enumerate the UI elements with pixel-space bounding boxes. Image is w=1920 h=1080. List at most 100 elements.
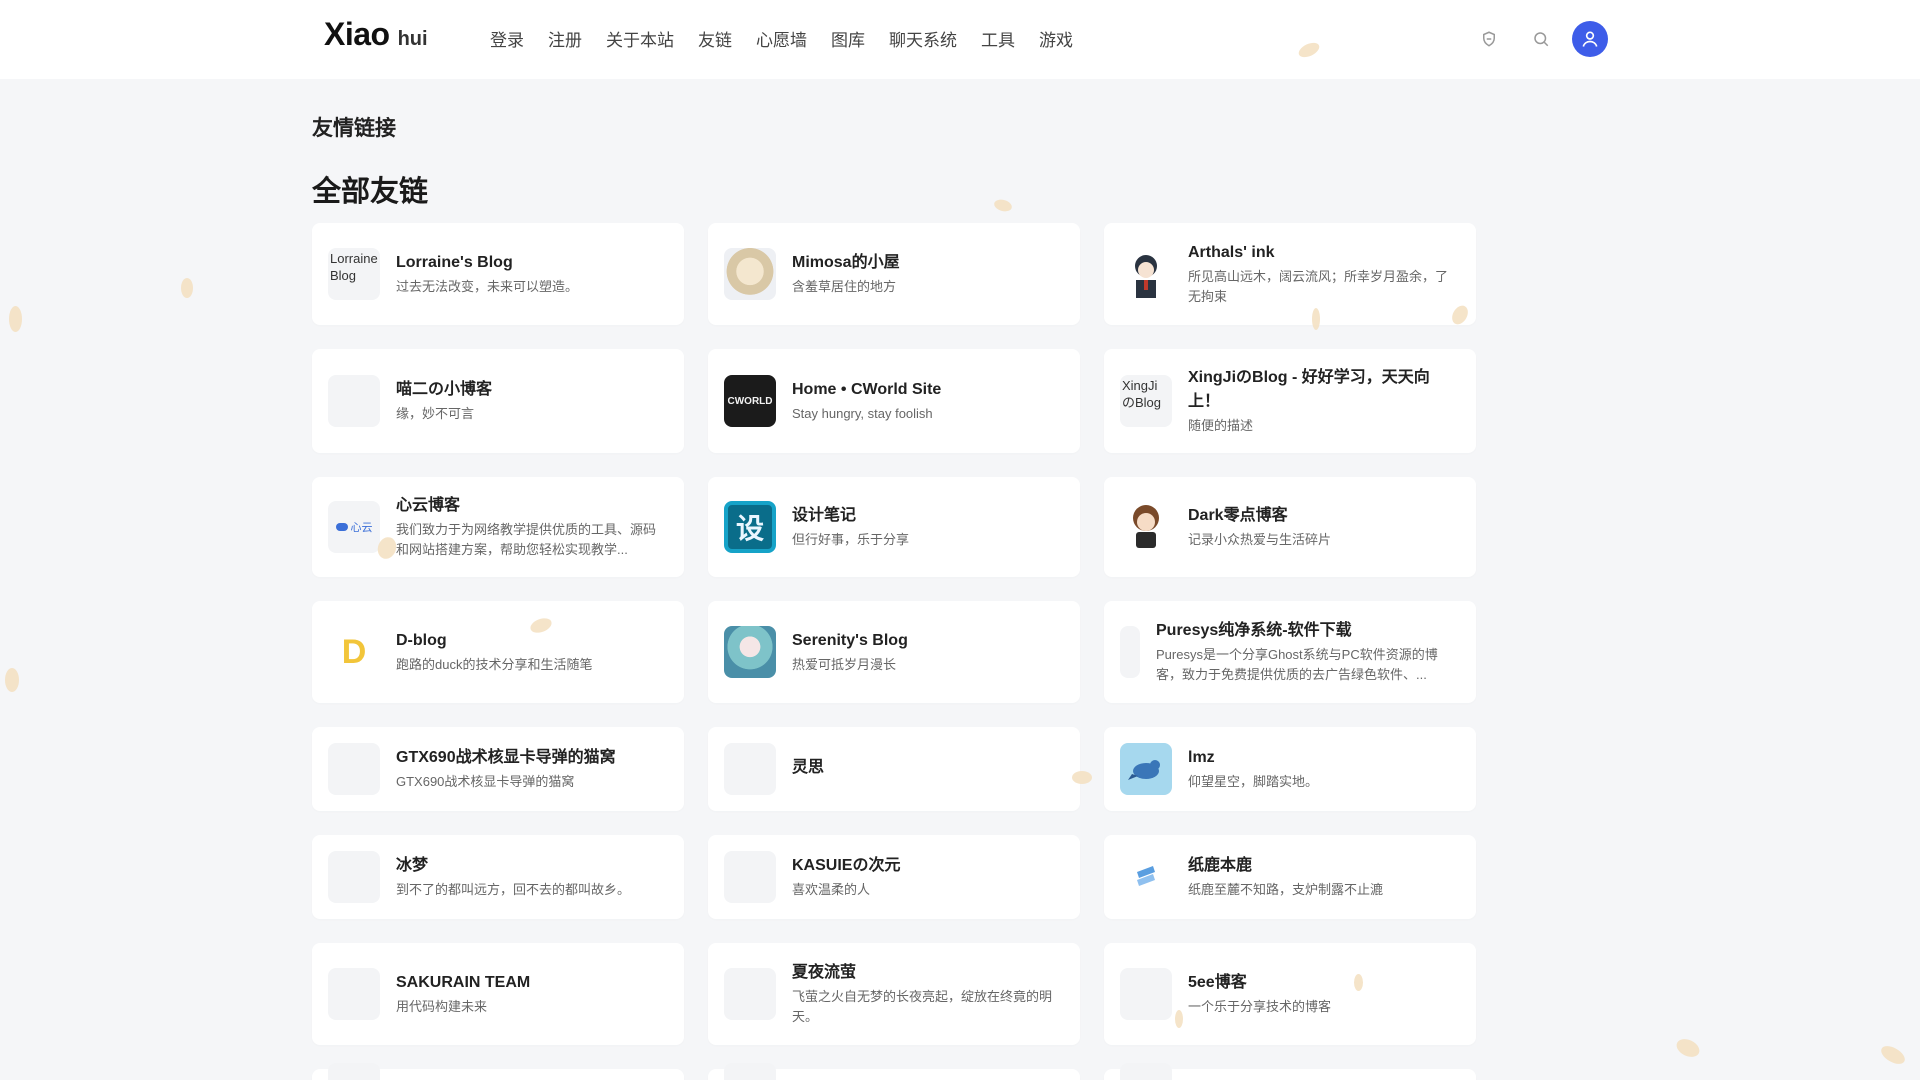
link-description: 缘，妙不可言 [396, 406, 475, 421]
friend-link-card[interactable]: Puresys纯净系统-软件下载 Puresys是一个分享Ghost系统与PC软… [1104, 601, 1476, 703]
friend-link-card[interactable]: KASUIEの次元 喜欢温柔的人 [708, 835, 1080, 919]
site-logo[interactable]: Xiao hui [324, 16, 428, 56]
nav-games[interactable]: 游戏 [1039, 26, 1073, 51]
link-description: Stay hungry, stay foolish [792, 406, 933, 421]
link-info: lmz 仰望星空，脚踏实地。 [1188, 746, 1460, 792]
friend-link-card[interactable]: CWORLD Home • CWorld Site Stay hungry, s… [708, 349, 1080, 453]
link-name: GTX690战术核显卡导弹的猫窝 [396, 749, 616, 766]
link-avatar-broken: XingJiのBlog [1120, 375, 1172, 427]
link-avatar [328, 743, 380, 795]
link-name: lmz [1188, 749, 1215, 766]
link-description: 纸鹿至麓不知路，支炉制露不止漉 [1188, 882, 1384, 897]
link-name: Serenity's Blog [792, 632, 908, 649]
friend-link-card[interactable]: 喵二の小博客 缘，妙不可言 [312, 349, 684, 453]
link-avatar [724, 626, 776, 678]
shield-icon[interactable] [1474, 24, 1504, 54]
link-name: XingJiのBlog - 好好学习，天天向上！ [1188, 369, 1430, 410]
link-avatar [1120, 851, 1172, 903]
link-info: 心云博客 我们致力于为网络教学提供优质的工具、源码和网站搭建方案，帮助您轻松实现… [396, 494, 668, 560]
nav-chat[interactable]: 聊天系统 [889, 26, 957, 51]
link-info: GTX690战术核显卡导弹的猫窝 GTX690战术核显卡导弹的猫窝 [396, 746, 668, 792]
petal-decoration [1354, 974, 1363, 991]
link-avatar [1120, 968, 1172, 1020]
user-icon[interactable] [1572, 21, 1608, 57]
top-header: Xiao hui 登录 注册 关于本站 友链 心愿墙 图库 聊天系统 工具 游戏 [0, 0, 1920, 79]
link-avatar-broken: Lorraine Blog [328, 248, 380, 300]
link-name: D-blog [396, 632, 447, 649]
link-name: 夏夜流萤 [792, 964, 857, 981]
link-description: 记录小众热爱与生活碎片 [1188, 532, 1332, 547]
link-avatar [724, 248, 776, 300]
nav-login[interactable]: 登录 [490, 26, 524, 51]
link-description: 含羞草居住的地方 [792, 279, 897, 294]
link-description: 热爱可抵岁月漫长 [792, 657, 897, 672]
link-description: 所见高山远木，阔云流风；所幸岁月盈余，了无拘束 [1188, 269, 1449, 304]
friend-link-card[interactable]: 心云 心云博客 我们致力于为网络教学提供优质的工具、源码和网站搭建方案，帮助您轻… [312, 477, 684, 577]
link-name: 喵二の小博客 [396, 381, 493, 398]
link-avatar [1120, 743, 1172, 795]
link-description: 仰望星空，脚踏实地。 [1188, 774, 1319, 789]
page-title: 全部友链 [312, 176, 429, 208]
friend-link-card[interactable] [708, 1063, 1080, 1080]
search-icon[interactable] [1526, 24, 1556, 54]
nav-tools[interactable]: 工具 [981, 26, 1015, 51]
nav-links[interactable]: 友链 [698, 26, 732, 51]
link-info: Mimosa的小屋 含羞草居住的地方 [792, 251, 1064, 297]
friend-link-card[interactable]: XingJiのBlog XingJiのBlog - 好好学习，天天向上！ 随便的… [1104, 349, 1476, 453]
friend-link-card[interactable]: Dark零点博客 记录小众热爱与生活碎片 [1104, 477, 1476, 577]
friend-link-card[interactable] [312, 1063, 684, 1080]
link-avatar [328, 375, 380, 427]
link-description: 但行好事，乐于分享 [792, 532, 910, 547]
link-info: Puresys纯净系统-软件下载 Puresys是一个分享Ghost系统与PC软… [1156, 619, 1460, 685]
link-avatar [724, 743, 776, 795]
friend-link-card[interactable] [1104, 1063, 1476, 1080]
link-name: Puresys纯净系统-软件下载 [1156, 622, 1352, 639]
friend-links-grid: Lorraine Blog Lorraine's Blog 过去无法改变，未来可… [312, 223, 1476, 1080]
friend-link-card[interactable]: 冰梦 到不了的都叫远方，回不去的都叫故乡。 [312, 835, 684, 919]
link-description: 用代码构建未来 [396, 999, 488, 1014]
link-name: 5ee博客 [1188, 974, 1247, 991]
nav-gallery[interactable]: 图库 [831, 26, 865, 51]
link-info: SAKURAIN TEAM 用代码构建未来 [396, 971, 668, 1017]
friend-link-card[interactable]: GTX690战术核显卡导弹的猫窝 GTX690战术核显卡导弹的猫窝 [312, 727, 684, 811]
link-avatar [1120, 248, 1172, 300]
link-avatar [724, 851, 776, 903]
friend-link-card[interactable]: 夏夜流萤 飞萤之火自无梦的长夜亮起，绽放在终竟的明天。 [708, 943, 1080, 1045]
friend-link-card[interactable]: 纸鹿本鹿 纸鹿至麓不知路，支炉制露不止漉 [1104, 835, 1476, 919]
friend-link-card[interactable]: Serenity's Blog 热爱可抵岁月漫长 [708, 601, 1080, 703]
link-name: 冰梦 [396, 857, 429, 874]
friend-link-card[interactable]: 灵思 [708, 727, 1080, 811]
link-avatar: 心云 [328, 501, 380, 553]
link-avatar [328, 968, 380, 1020]
friend-link-card[interactable]: 5ee博客 一个乐于分享技术的博客 [1104, 943, 1476, 1045]
link-avatar [328, 851, 380, 903]
link-name: Home • CWorld Site [792, 381, 942, 398]
link-avatar [1120, 626, 1140, 678]
link-name: SAKURAIN TEAM [396, 974, 531, 991]
link-avatar [1120, 1063, 1172, 1080]
friend-link-card[interactable]: SAKURAIN TEAM 用代码构建未来 [312, 943, 684, 1045]
link-info: D-blog 跑路的duck的技术分享和生活随笔 [396, 629, 668, 675]
petal-decoration [1072, 771, 1092, 784]
petal-decoration [1878, 1042, 1908, 1068]
nav-register[interactable]: 注册 [548, 26, 582, 51]
petal-decoration [1673, 1035, 1703, 1061]
nav-about[interactable]: 关于本站 [606, 26, 674, 51]
friend-link-card[interactable]: 设 设计笔记 但行好事，乐于分享 [708, 477, 1080, 577]
link-avatar [724, 968, 776, 1020]
petal-decoration [992, 197, 1014, 214]
friend-link-card[interactable]: D D-blog 跑路的duck的技术分享和生活随笔 [312, 601, 684, 703]
friend-link-card[interactable]: lmz 仰望星空，脚踏实地。 [1104, 727, 1476, 811]
link-avatar [328, 1063, 380, 1080]
friend-link-card[interactable]: Mimosa的小屋 含羞草居住的地方 [708, 223, 1080, 325]
friend-link-card[interactable]: Arthals' ink 所见高山远木，阔云流风；所幸岁月盈余，了无拘束 [1104, 223, 1476, 325]
link-info: Arthals' ink 所见高山远木，阔云流风；所幸岁月盈余，了无拘束 [1188, 241, 1460, 307]
link-name: 灵思 [792, 759, 825, 776]
link-info: 夏夜流萤 飞萤之火自无梦的长夜亮起，绽放在终竟的明天。 [792, 961, 1064, 1027]
link-info: 5ee博客 一个乐于分享技术的博客 [1188, 971, 1460, 1017]
link-name: KASUIEの次元 [792, 857, 901, 874]
petal-decoration [1312, 308, 1320, 330]
petal-decoration [181, 278, 193, 298]
friend-link-card[interactable]: Lorraine Blog Lorraine's Blog 过去无法改变，未来可… [312, 223, 684, 325]
nav-wishwall[interactable]: 心愿墙 [756, 26, 807, 51]
